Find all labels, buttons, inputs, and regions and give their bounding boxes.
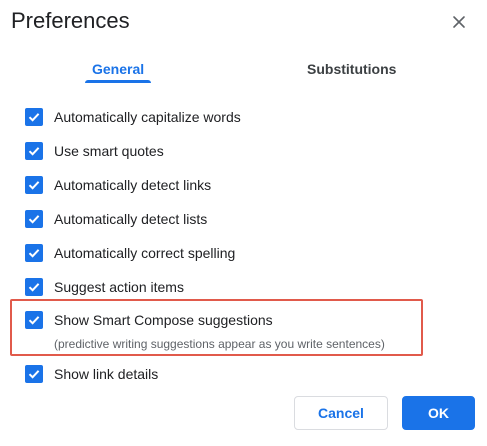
checkbox-correct-spelling[interactable]	[25, 244, 43, 262]
option-show-link-details[interactable]: Show link details	[25, 364, 158, 384]
checkbox-smart-compose[interactable]	[25, 311, 43, 329]
option-detect-links[interactable]: Automatically detect links	[25, 175, 211, 195]
ok-button[interactable]: OK	[402, 396, 475, 430]
cancel-button[interactable]: Cancel	[294, 396, 388, 430]
option-detect-lists[interactable]: Automatically detect lists	[25, 209, 207, 229]
option-label: Automatically detect lists	[54, 211, 208, 227]
tab-general[interactable]: General	[92, 60, 144, 78]
active-tab-indicator	[85, 80, 151, 83]
checkbox-smart-quotes[interactable]	[25, 142, 43, 160]
option-suggest-action-items[interactable]: Suggest action items	[25, 277, 184, 297]
option-label: Use smart quotes	[54, 143, 164, 159]
checkmark-icon	[28, 370, 40, 379]
option-correct-spelling[interactable]: Automatically correct spelling	[25, 243, 235, 263]
checkmark-icon	[28, 316, 40, 325]
option-label: Automatically capitalize words	[54, 109, 241, 125]
tab-substitutions[interactable]: Substitutions	[307, 60, 396, 78]
checkbox-detect-links[interactable]	[25, 176, 43, 194]
checkmark-icon	[28, 215, 40, 224]
checkbox-detect-lists[interactable]	[25, 210, 43, 228]
option-label: Automatically correct spelling	[54, 245, 236, 261]
smart-compose-description: (predictive writing suggestions appear a…	[54, 337, 385, 351]
checkbox-show-link-details[interactable]	[25, 365, 43, 383]
checkmark-icon	[28, 181, 40, 190]
option-label: Show link details	[54, 366, 159, 382]
checkmark-icon	[28, 147, 40, 156]
checkbox-suggest-action-items[interactable]	[25, 278, 43, 296]
checkbox-capitalize-words[interactable]	[25, 108, 43, 126]
close-icon	[453, 16, 465, 28]
option-smart-quotes[interactable]: Use smart quotes	[25, 141, 164, 161]
option-label: Automatically detect links	[54, 177, 212, 193]
close-button[interactable]	[449, 12, 469, 32]
checkmark-icon	[28, 249, 40, 258]
dialog-title: Preferences	[11, 8, 130, 33]
option-label: Show Smart Compose suggestions	[54, 312, 273, 328]
preferences-dialog: Preferences General Substitutions Automa…	[0, 0, 487, 446]
option-label: Suggest action items	[54, 279, 184, 295]
checkmark-icon	[28, 283, 40, 292]
checkmark-icon	[28, 113, 40, 122]
option-capitalize-words[interactable]: Automatically capitalize words	[25, 107, 241, 127]
option-smart-compose[interactable]: Show Smart Compose suggestions	[25, 310, 273, 330]
